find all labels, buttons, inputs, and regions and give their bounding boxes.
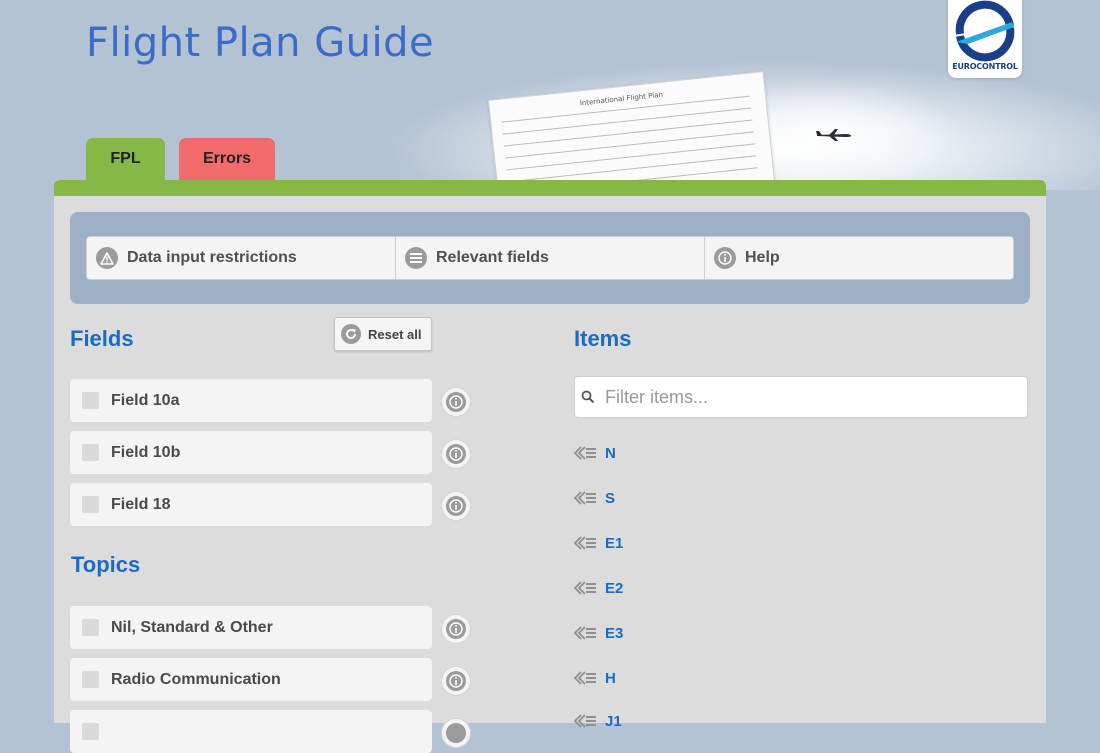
help-button[interactable]: Help [705, 237, 1013, 279]
toolbar-buttons: Data input restrictions Relevant fields … [86, 236, 1014, 280]
field-label: Field 10b [111, 443, 181, 461]
collapse-list-icon [573, 626, 597, 640]
filter-items-box[interactable] [574, 376, 1028, 418]
form-line [505, 131, 754, 159]
tab-errors[interactable]: Errors [179, 138, 275, 180]
collapse-list-icon [573, 581, 597, 595]
checkbox[interactable] [82, 392, 99, 409]
info-icon [446, 671, 466, 691]
form-title: International Flight Plan [579, 90, 664, 108]
tab-fpl[interactable]: FPL [86, 138, 165, 180]
relevant-fields-button[interactable]: Relevant fields [396, 237, 705, 279]
checkbox[interactable] [82, 723, 99, 740]
item-label: E3 [605, 624, 624, 642]
item-label: E2 [605, 579, 624, 597]
form-line [507, 155, 757, 183]
main-content: Data input restrictions Relevant fields … [54, 196, 1046, 753]
data-input-restrictions-label: Data input restrictions [127, 249, 297, 266]
field-10b-info-button[interactable] [442, 440, 470, 468]
topic-radio-info-button[interactable] [442, 667, 470, 695]
search-icon [581, 390, 595, 404]
collapse-list-icon [573, 446, 597, 460]
collapse-list-icon [573, 536, 597, 550]
warning-icon [96, 247, 118, 269]
eurocontrol-logo: EUROCONTROL [948, 0, 1022, 78]
field-label: Field 18 [111, 495, 171, 513]
item-label: H [605, 669, 616, 687]
eurocontrol-emblem-icon [955, 0, 1015, 62]
reset-icon [341, 324, 361, 344]
info-icon [446, 723, 466, 743]
item-e3[interactable]: E3 [573, 623, 623, 643]
topic-row-nil-standard-other[interactable]: Nil, Standard & Other [70, 606, 432, 649]
items-heading: Items [574, 326, 632, 351]
field-row-10b[interactable]: Field 10b [70, 431, 432, 474]
field-18-info-button[interactable] [442, 492, 470, 520]
field-row-18[interactable]: Field 18 [70, 483, 432, 526]
toolbar: Data input restrictions Relevant fields … [70, 212, 1030, 304]
info-icon [446, 496, 466, 516]
item-label: E1 [605, 534, 624, 552]
collapse-list-icon [573, 491, 597, 505]
field-10a-info-button[interactable] [442, 388, 470, 416]
form-line [502, 107, 752, 135]
help-label: Help [745, 249, 780, 266]
item-e1[interactable]: E1 [573, 533, 623, 553]
item-j1[interactable]: J1 [573, 711, 622, 731]
item-e2[interactable]: E2 [573, 578, 623, 598]
info-icon [446, 444, 466, 464]
collapse-list-icon [573, 714, 597, 728]
tab-bar [54, 180, 1046, 196]
item-label: J1 [605, 712, 622, 730]
field-row-10a[interactable]: Field 10a [70, 379, 432, 422]
reset-all-label: Reset all [368, 326, 422, 342]
list-icon [405, 247, 427, 269]
info-icon [446, 392, 466, 412]
header: Flight Plan Guide International Flight P… [0, 0, 1100, 190]
relevant-fields-label: Relevant fields [436, 249, 549, 266]
collapse-list-icon [573, 671, 597, 685]
checkbox[interactable] [82, 444, 99, 461]
topic-nil-info-button[interactable] [442, 615, 470, 643]
fields-heading: Fields [70, 326, 134, 351]
topic-label: Nil, Standard & Other [111, 618, 273, 636]
field-label: Field 10a [111, 391, 180, 409]
info-icon [446, 619, 466, 639]
data-input-restrictions-button[interactable]: Data input restrictions [87, 237, 396, 279]
logo-text: EUROCONTROL [952, 62, 1018, 71]
checkbox[interactable] [82, 496, 99, 513]
item-label: N [605, 444, 616, 462]
item-label: S [605, 489, 616, 507]
topic-partial-info-button[interactable] [442, 719, 470, 747]
item-h[interactable]: H [573, 668, 616, 688]
checkbox[interactable] [82, 619, 99, 636]
topic-label: Radio Communication [111, 670, 281, 688]
reset-all-button[interactable]: Reset all [334, 317, 432, 351]
page-title: Flight Plan Guide [86, 20, 435, 66]
form-line [506, 143, 756, 171]
checkbox[interactable] [82, 671, 99, 688]
item-s[interactable]: S [573, 488, 615, 508]
item-n[interactable]: N [573, 443, 616, 463]
filter-items-input[interactable] [603, 385, 1007, 409]
info-icon [714, 247, 736, 269]
topic-row-radio-communication[interactable]: Radio Communication [70, 658, 432, 701]
topic-row-partial[interactable] [70, 710, 432, 753]
topics-heading: Topics [71, 552, 141, 577]
airplane-icon [816, 129, 851, 141]
form-line [503, 119, 753, 147]
